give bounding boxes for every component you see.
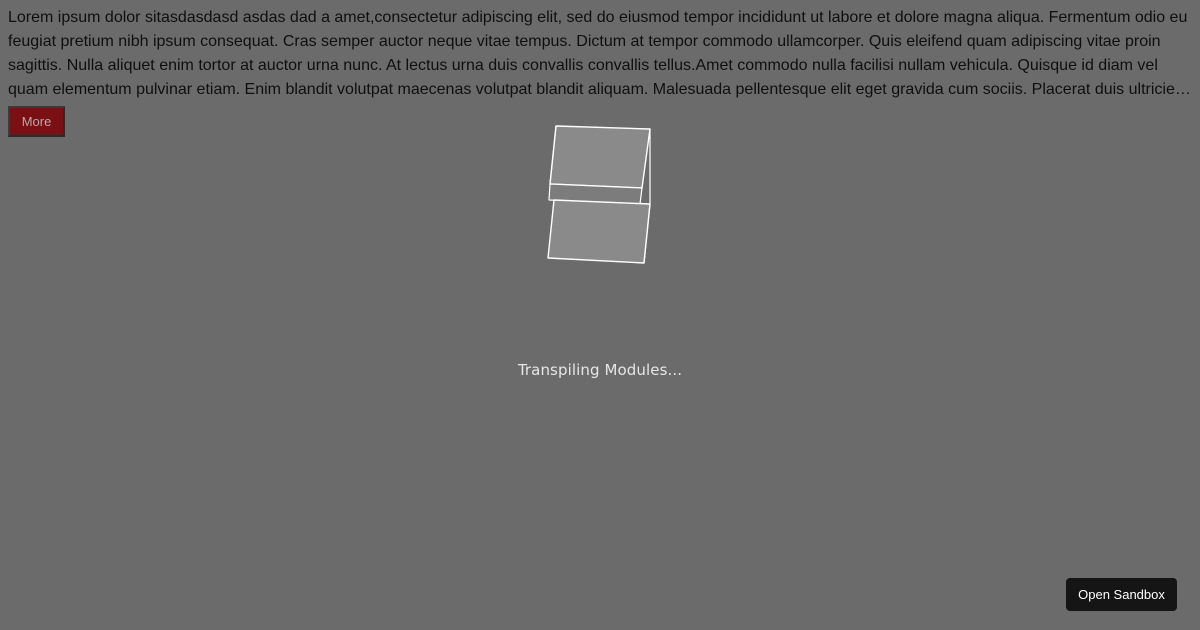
- more-button[interactable]: More: [8, 106, 65, 137]
- cube-icon: [540, 118, 660, 273]
- loading-status: Transpiling Modules...: [517, 361, 683, 379]
- article-paragraph: Lorem ipsum dolor sitasdasdasd asdas dad…: [8, 9, 1188, 98]
- open-sandbox-button[interactable]: Open Sandbox: [1066, 578, 1177, 611]
